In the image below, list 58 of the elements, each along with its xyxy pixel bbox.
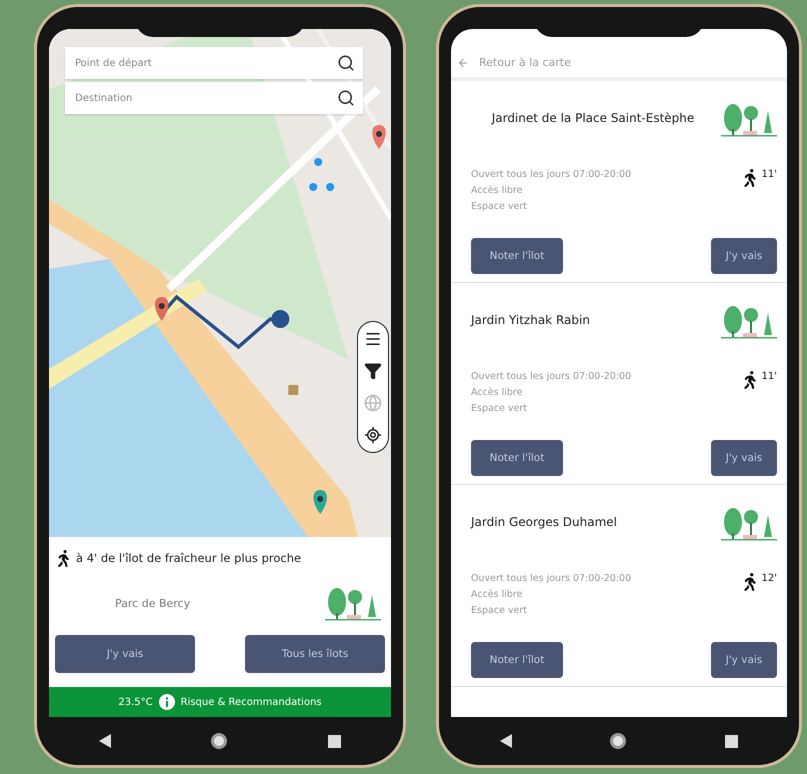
search-input[interactable]: Point de départ	[73, 56, 337, 70]
search-input[interactable]: Destination	[73, 92, 337, 104]
go-button[interactable]: J'y vais	[711, 440, 777, 476]
location-pin-icon[interactable]	[372, 125, 386, 149]
trees-icon	[721, 303, 777, 339]
trees-icon	[325, 585, 381, 621]
spot-detail: Accès libre	[471, 589, 524, 600]
nearest-spot-text: à 4' de l'îlot de fraîcheur le plus proche	[76, 551, 302, 565]
go-button[interactable]: J'y vais	[711, 642, 777, 678]
info-icon	[158, 694, 175, 710]
spot-detail: Ouvert tous les jours 07:00-20:00	[471, 169, 632, 180]
search-icon[interactable]	[337, 54, 355, 72]
home-icon[interactable]	[210, 732, 228, 750]
rate-button[interactable]: Noter l'îlot	[471, 238, 563, 274]
risk-label: Risque & Recommandations	[180, 696, 322, 708]
trees-icon	[721, 505, 777, 541]
all-spots-button[interactable]: Tous les îlots	[245, 635, 385, 673]
search-bar[interactable]: Point de départ	[65, 47, 363, 79]
spot-detail: Espace vert	[471, 201, 528, 212]
risk-bar[interactable]: 23.5°C Risque & Recommandations	[49, 687, 391, 717]
trees-icon	[721, 101, 777, 137]
location-pin-icon[interactable]	[154, 297, 168, 321]
home-icon[interactable]	[609, 732, 628, 750]
search-bar[interactable]: Destination	[65, 82, 363, 114]
recent-apps-icon[interactable]	[725, 734, 738, 748]
go-button[interactable]: J'y vais	[55, 635, 195, 673]
spot-detail: Accès libre	[471, 387, 524, 398]
spot-detail: Ouvert tous les jours 07:00-20:00	[471, 371, 632, 382]
poi-marker	[288, 385, 298, 395]
location-pin-icon[interactable]	[313, 490, 327, 514]
spot-name: Jardinet de la Place Saint-Estèphe	[490, 110, 696, 128]
back-arrow-icon[interactable]	[457, 57, 469, 69]
spot-name: Jardin Yitzhak Rabin	[471, 312, 591, 330]
menu-icon[interactable]	[364, 330, 382, 348]
walk-time: 12'	[762, 573, 777, 584]
locate-icon[interactable]	[364, 426, 382, 444]
rate-button[interactable]: Noter l'îlot	[471, 440, 563, 476]
spot-detail: Ouvert tous les jours 07:00-20:00	[471, 573, 632, 584]
temperature-text: 23.5°C	[118, 696, 153, 708]
rate-button[interactable]: Noter l'îlot	[471, 642, 563, 678]
transit-stop-dot	[309, 183, 318, 191]
walk-time: 11'	[762, 169, 777, 180]
go-button[interactable]: J'y vais	[711, 238, 777, 274]
filter-icon[interactable]	[364, 362, 382, 380]
recent-apps-icon[interactable]	[328, 734, 342, 748]
spot-detail: Espace vert	[471, 605, 528, 616]
walk-time: 11'	[762, 371, 777, 382]
back-link[interactable]: Retour à la carte	[479, 56, 571, 69]
spot-name: Jardin Georges Duhamel	[471, 514, 618, 532]
spot-detail: Espace vert	[471, 403, 528, 414]
search-icon[interactable]	[337, 89, 355, 107]
back-icon[interactable]	[500, 734, 512, 748]
spot-detail: Accès libre	[471, 185, 524, 196]
back-icon[interactable]	[98, 734, 111, 748]
transit-stop-dot	[314, 158, 322, 166]
transit-stop-dot	[326, 183, 334, 191]
user-location-marker	[271, 310, 290, 328]
park-name: Parc de Bercy	[115, 596, 190, 610]
